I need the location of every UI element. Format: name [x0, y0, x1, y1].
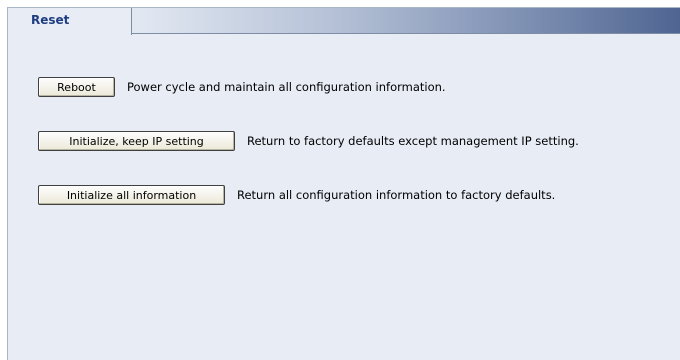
- initialize-all-button[interactable]: Initialize all information: [38, 185, 225, 205]
- initialize-keep-ip-button[interactable]: Initialize, keep IP setting: [38, 131, 235, 151]
- reset-panel: Reset Reboot Power cycle and maintain al…: [7, 7, 680, 360]
- reboot-row: Reboot Power cycle and maintain all conf…: [38, 77, 446, 97]
- reboot-description: Power cycle and maintain all configurati…: [127, 80, 446, 94]
- initialize-all-description: Return all configuration information to …: [237, 188, 556, 202]
- initialize-keep-ip-description: Return to factory defaults except manage…: [247, 134, 579, 148]
- init-keep-ip-row: Initialize, keep IP setting Return to fa…: [38, 131, 579, 151]
- tab-reset[interactable]: Reset: [8, 8, 132, 35]
- reboot-button[interactable]: Reboot: [38, 77, 115, 97]
- init-all-row: Initialize all information Return all co…: [38, 185, 555, 205]
- tab-strip: Reset: [8, 8, 680, 35]
